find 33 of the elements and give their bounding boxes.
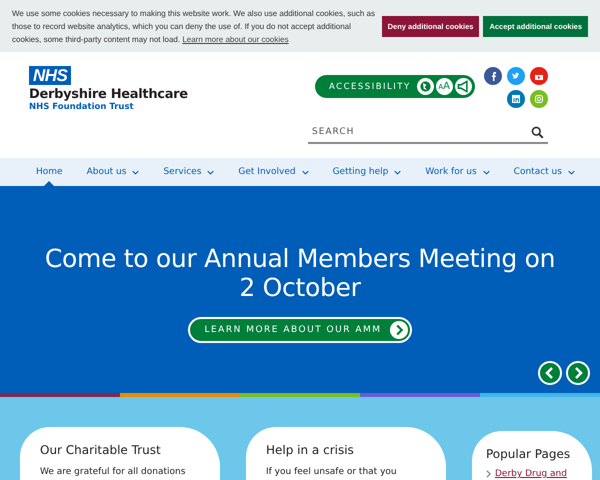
nav-tab[interactable]: Work for us: [425, 158, 490, 186]
previous-slide-button[interactable]: [538, 361, 562, 385]
card-text: We are grateful for all donations: [40, 467, 186, 477]
search-field[interactable]: SEARCH: [308, 122, 548, 144]
accessibility-label: ACCESSIBILITY: [329, 82, 411, 92]
organisation-subtitle: NHS Foundation Trust: [29, 102, 134, 112]
twitter-icon[interactable]: [507, 67, 525, 85]
nav-tab[interactable]: Home: [36, 158, 63, 186]
nav-tab[interactable]: Get Involved: [238, 158, 309, 186]
megaphone-icon[interactable]: [454, 78, 472, 95]
card-title: Help in a crisis: [266, 443, 355, 457]
nav-tab[interactable]: Contact us: [514, 158, 575, 186]
nav-tab[interactable]: Getting help: [332, 158, 402, 186]
arrow-right-icon: [390, 321, 408, 339]
facebook-icon[interactable]: [484, 67, 502, 85]
card-title: Popular Pages: [486, 447, 572, 461]
organisation-name: Derbyshire Healthcare: [29, 87, 188, 102]
globe-icon[interactable]: [416, 78, 434, 95]
nav-tab[interactable]: Services: [163, 158, 214, 186]
nhs-logo[interactable]: NHS: [29, 66, 72, 85]
chevron-right-icon: [486, 470, 491, 478]
cookie-notice: We use some cookies necessary to making this website work. We also use additional cookies, such as those to record website analytics, which you can deny the use of. If you do not accept additional cookies, some third-party content may not load. Learn more about our cookies: [12, 8, 376, 46]
learn-more-button[interactable]: LEARN MORE ABOUT OUR AMM: [188, 317, 412, 343]
youtube-icon[interactable]: [530, 67, 548, 85]
next-slide-button[interactable]: [566, 361, 590, 385]
search-icon[interactable]: [531, 126, 544, 139]
popular-page-link[interactable]: Derby Drug and: [495, 469, 567, 479]
nav-tab[interactable]: About us: [86, 158, 140, 186]
cookie-policy-link[interactable]: Learn more about our cookies: [182, 34, 289, 44]
hero-title: Come to our Annual Members Meeting on 2 October: [44, 244, 556, 302]
linkedin-icon[interactable]: [507, 90, 525, 108]
card-text: If you feel unsafe or that you: [266, 467, 398, 477]
card-title: Our Charitable Trust: [40, 443, 162, 457]
